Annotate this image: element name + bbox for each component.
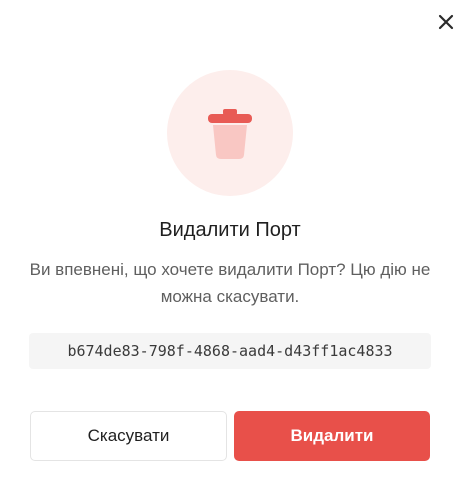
dialog-message: Ви впевнені, що хочете видалити Порт? Цю… — [29, 260, 431, 306]
trash-icon — [208, 109, 252, 159]
trash-icon-container — [167, 70, 293, 196]
close-button[interactable] — [434, 10, 458, 34]
delete-port-dialog: Видалити Порт Ви впевнені, що хочете вид… — [0, 0, 467, 477]
cancel-button[interactable]: Скасувати — [30, 411, 227, 461]
close-icon — [438, 14, 454, 30]
port-id-value: b674de83-798f-4868-aad4-d43ff1ac4833 — [29, 333, 431, 369]
dialog-title: Видалити Порт — [159, 219, 301, 241]
delete-button[interactable]: Видалити — [234, 411, 430, 461]
